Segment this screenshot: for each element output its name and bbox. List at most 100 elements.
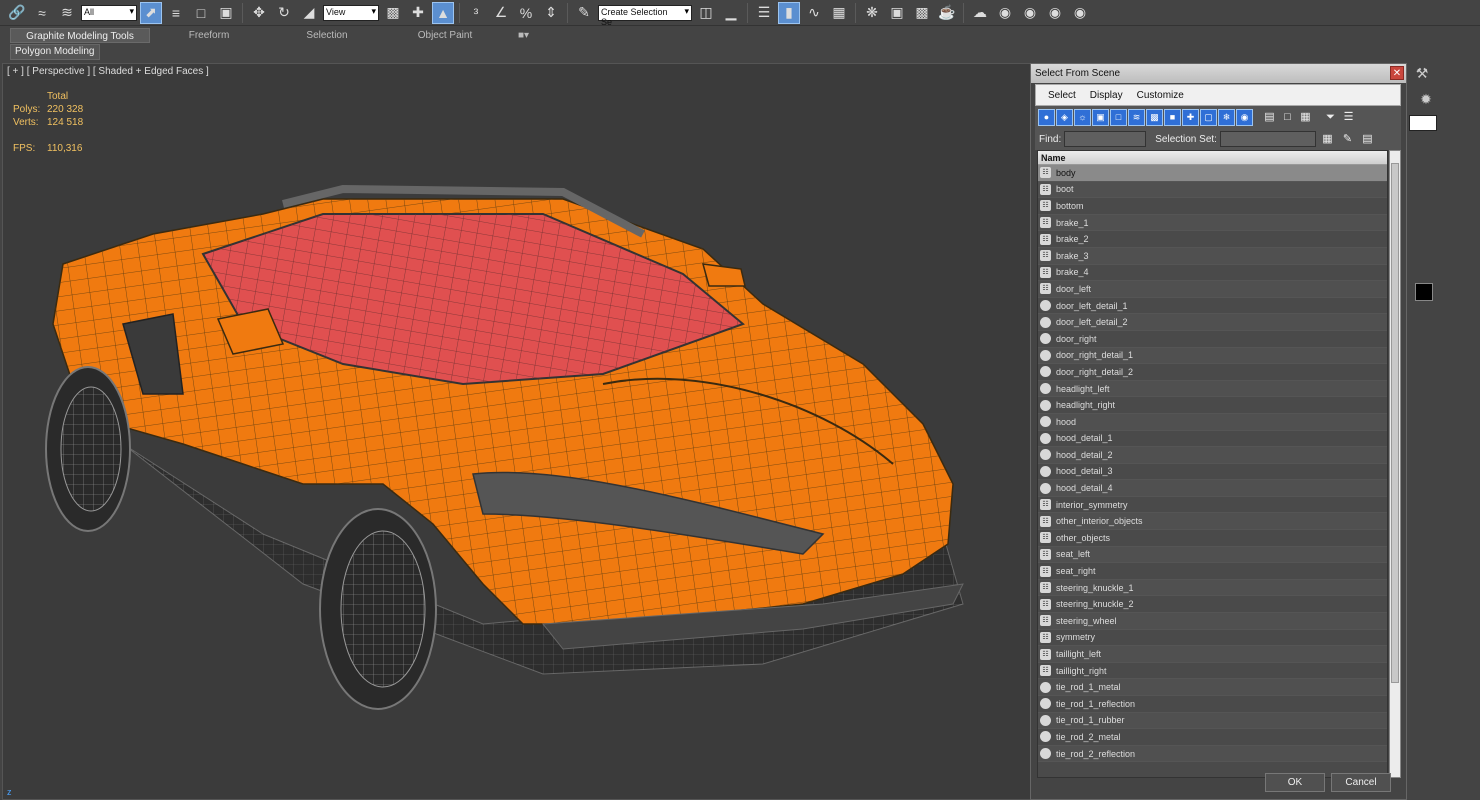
move-icon[interactable]: ✥ xyxy=(248,2,270,24)
name-column-header[interactable]: Name xyxy=(1038,151,1387,165)
modify-tab-icon[interactable]: ⚒ xyxy=(1413,65,1431,83)
edit-set-icon[interactable]: ✎ xyxy=(1339,131,1356,148)
list-item[interactable]: hood_detail_3 xyxy=(1038,464,1387,481)
list-item[interactable]: ☷ steering_knuckle_2 xyxy=(1038,596,1387,614)
scene-object-list[interactable]: Name ☷ body ☷ boot ☷ bottom ☷ brake_1 ☷ brake_2 ☷ b… xyxy=(1037,150,1388,778)
menu-display[interactable]: Display xyxy=(1090,90,1123,101)
filter-options-icon[interactable]: ☰ xyxy=(1340,109,1357,126)
modifier-dropdown[interactable] xyxy=(1409,115,1437,131)
window-crossing-icon[interactable]: ▣ xyxy=(215,2,237,24)
list-item[interactable]: door_right xyxy=(1038,331,1387,348)
close-icon[interactable]: ✕ xyxy=(1390,66,1404,80)
unlink-icon[interactable]: ≈ xyxy=(31,2,53,24)
display-spacewarps-icon[interactable]: ≋ xyxy=(1128,108,1145,126)
color-swatch[interactable] xyxy=(1415,283,1433,301)
selection-set-dropdown[interactable] xyxy=(1219,131,1316,147)
list-item[interactable]: ☷ body xyxy=(1038,165,1387,182)
list-item[interactable]: ☷ taillight_right xyxy=(1038,663,1387,680)
list-item[interactable]: ☷ symmetry xyxy=(1038,630,1387,647)
rotate-icon[interactable]: ↻ xyxy=(273,2,295,24)
teapot-icon[interactable]: ☕ xyxy=(936,2,958,24)
named-selection-dropdown[interactable]: Create Selection Se xyxy=(598,4,692,25)
list-item[interactable]: tie_rod_2_reflection xyxy=(1038,745,1387,763)
tab-polygon-modeling[interactable]: Polygon Modeling xyxy=(10,44,100,60)
mirror-icon[interactable]: ◫ xyxy=(695,2,717,24)
delete-set-icon[interactable]: ▤ xyxy=(1359,131,1376,148)
ribbon-options-icon[interactable]: ■▾ xyxy=(504,28,534,43)
scrollbar-thumb[interactable] xyxy=(1391,163,1399,683)
scale-icon[interactable]: ◢ xyxy=(298,2,320,24)
list-item[interactable]: ☷ seat_right xyxy=(1038,563,1387,580)
list-item[interactable]: ☷ brake_4 xyxy=(1038,265,1387,282)
menu-customize[interactable]: Customize xyxy=(1137,90,1184,101)
list-item[interactable]: headlight_left xyxy=(1038,380,1387,398)
display-helpers-icon[interactable]: □ xyxy=(1110,108,1127,126)
list-item[interactable]: ☷ bottom xyxy=(1038,198,1387,215)
display-hidden-icon[interactable]: ◉ xyxy=(1236,108,1253,126)
curve-editor-icon[interactable]: ∿ xyxy=(803,2,825,24)
viewport-label[interactable]: [ + ] [ Perspective ] [ Shaded + Edged F… xyxy=(7,66,209,77)
list-item[interactable]: door_left_detail_2 xyxy=(1038,314,1387,331)
list-item[interactable]: ☷ other_objects xyxy=(1038,530,1387,547)
ok-button[interactable]: OK xyxy=(1265,773,1325,792)
tab-object-paint[interactable]: Object Paint xyxy=(386,28,504,43)
list-item[interactable]: ☷ interior_symmetry xyxy=(1038,497,1387,514)
spinner-snap-icon[interactable]: ⇕ xyxy=(540,2,562,24)
tab-selection[interactable]: Selection xyxy=(268,28,386,43)
select-invert-icon[interactable]: ▦ xyxy=(1297,109,1314,126)
list-item[interactable]: ☷ steering_knuckle_1 xyxy=(1038,579,1387,597)
pivot-icon[interactable]: ▩ xyxy=(382,2,404,24)
list-item[interactable]: door_right_detail_1 xyxy=(1038,347,1387,365)
list-item[interactable]: door_left_detail_1 xyxy=(1038,298,1387,315)
list-item[interactable]: ☷ taillight_left xyxy=(1038,646,1387,663)
extra-icon-2[interactable]: ◉ xyxy=(1019,2,1041,24)
sun-icon[interactable]: ✹ xyxy=(1417,91,1435,109)
list-item[interactable]: tie_rod_1_metal xyxy=(1038,679,1387,696)
list-item[interactable]: hood_detail_2 xyxy=(1038,447,1387,464)
bind-space-warp-icon[interactable]: ≋ xyxy=(56,2,78,24)
list-item[interactable]: headlight_right xyxy=(1038,397,1387,414)
select-object-icon[interactable]: ⬈ xyxy=(140,1,162,24)
display-bones-icon[interactable]: ✚ xyxy=(1182,108,1199,126)
list-item[interactable]: hood_detail_1 xyxy=(1038,431,1387,448)
select-none-icon[interactable]: □ xyxy=(1279,109,1296,126)
schematic-view-icon[interactable]: ▦ xyxy=(828,2,850,24)
select-manipulate-icon[interactable]: ✚ xyxy=(407,2,429,24)
list-item[interactable]: tie_rod_2_metal xyxy=(1038,729,1387,746)
menu-select[interactable]: Select xyxy=(1048,90,1076,101)
rendered-frame-icon[interactable]: ▩ xyxy=(911,2,933,24)
create-set-icon[interactable]: ▦ xyxy=(1319,131,1336,148)
filter-icon[interactable]: ⏷ xyxy=(1322,109,1339,126)
list-item[interactable]: ☷ seat_left xyxy=(1038,546,1387,564)
select-all-icon[interactable]: ▤ xyxy=(1261,109,1278,126)
select-filter-dropdown[interactable]: All xyxy=(81,4,137,21)
cancel-button[interactable]: Cancel xyxy=(1331,773,1391,792)
select-by-name-icon[interactable]: ≡ xyxy=(165,2,187,24)
align-icon[interactable]: ▁ xyxy=(720,2,742,24)
tab-graphite-modeling-tools[interactable]: Graphite Modeling Tools xyxy=(10,28,150,43)
render-setup-icon[interactable]: ▣ xyxy=(886,2,908,24)
find-input[interactable] xyxy=(1064,131,1147,147)
rect-selection-icon[interactable]: □ xyxy=(190,2,212,24)
graphite-toggle-icon[interactable]: ▮ xyxy=(778,1,800,24)
angle-snap-icon[interactable]: ∠ xyxy=(490,2,512,24)
display-frozen-icon[interactable]: ❄ xyxy=(1218,108,1235,126)
cloud-render-icon[interactable]: ☁ xyxy=(969,2,991,24)
snap-3d-icon[interactable]: ³ xyxy=(465,2,487,24)
extra-icon-1[interactable]: ◉ xyxy=(994,2,1016,24)
tab-freeform[interactable]: Freeform xyxy=(150,28,268,43)
list-item[interactable]: ☷ steering_wheel xyxy=(1038,613,1387,630)
list-item[interactable]: hood xyxy=(1038,413,1387,431)
list-item[interactable]: hood_detail_4 xyxy=(1038,480,1387,497)
display-groups-icon[interactable]: ▩ xyxy=(1146,108,1163,126)
list-item[interactable]: ☷ brake_3 xyxy=(1038,247,1387,265)
list-item[interactable]: ☷ brake_1 xyxy=(1038,214,1387,232)
list-item[interactable]: ☷ door_left xyxy=(1038,281,1387,298)
display-xrefs-icon[interactable]: ■ xyxy=(1164,108,1181,126)
display-lights-icon[interactable]: ☼ xyxy=(1074,108,1091,126)
list-item[interactable]: ☷ brake_2 xyxy=(1038,231,1387,248)
display-cameras-icon[interactable]: ▣ xyxy=(1092,108,1109,126)
list-item[interactable]: ☷ boot xyxy=(1038,181,1387,199)
edit-named-sets-icon[interactable]: ✎ xyxy=(573,2,595,24)
link-icon[interactable]: 🔗 xyxy=(6,2,28,24)
